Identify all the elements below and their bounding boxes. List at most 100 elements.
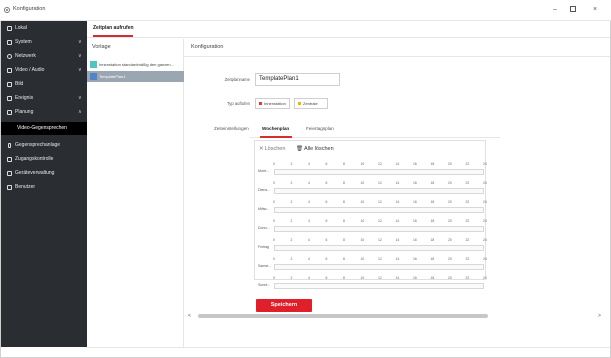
hour-tick-label: 22 [465, 238, 470, 242]
day-time-bar[interactable] [274, 245, 484, 251]
schedule-day-row[interactable]: Mittw... 0 2 4 6 8 10 12 14 16 18 20 22 24 [258, 198, 487, 217]
tab-zeiteinstellungen[interactable]: Zeiteinstellungen [214, 126, 249, 131]
sidebar-item-label: Bild [15, 81, 24, 87]
hour-tick-label: 8 [343, 219, 345, 223]
app-gear-icon [4, 7, 10, 13]
hour-tick-label: 2 [290, 238, 293, 242]
calendar-icon [7, 110, 12, 115]
day-label: Sonnt... [258, 283, 271, 287]
scroll-right-icon[interactable]: > [598, 313, 601, 319]
hour-tick-label: 4 [308, 238, 310, 242]
sidebar-item-planung[interactable]: Planung ∧ [1, 107, 87, 118]
schedule-name-input[interactable]: TemplatePlan1 [255, 73, 340, 86]
tab-bar: Zeitplan aufrufen [87, 21, 610, 38]
clear-all-label: Alle löschen [303, 146, 334, 152]
day-label: Donn... [258, 226, 270, 230]
system-icon [7, 40, 12, 45]
save-button[interactable]: Speichern [256, 299, 312, 312]
sidebar-item-gegensprechanlage[interactable]: Gegensprechanlage [1, 140, 87, 151]
delete-label: Löschen [264, 146, 286, 152]
horizontal-scrollbar[interactable]: < > [188, 313, 606, 319]
image-icon [7, 82, 12, 87]
hour-tick-label: 22 [465, 181, 470, 185]
hour-tick-label: 6 [325, 257, 328, 261]
hour-tick-label: 22 [465, 200, 470, 204]
schedule-day-row[interactable]: Freitag 0 2 4 6 8 10 12 14 16 18 20 22 24 [258, 236, 487, 255]
sidebar-item-netzwerk[interactable]: Netzwerk ∨ [1, 51, 87, 62]
sidebar-item-label: Geräteverwaltung [15, 170, 55, 176]
type-zentrale-button[interactable]: Zentrale [294, 98, 328, 109]
day-time-bar[interactable] [274, 188, 484, 194]
sidebar-item-geraeteverwaltung[interactable]: Geräteverwaltung [1, 168, 87, 179]
day-time-bar[interactable] [274, 207, 484, 213]
day-time-bar[interactable] [274, 283, 484, 289]
divider [87, 347, 610, 348]
video-icon [7, 68, 12, 73]
hour-tick-label: 20 [448, 257, 452, 261]
day-label: Mittw... [258, 207, 270, 211]
tab-feiertagsplan[interactable]: Feiertagsplan [306, 126, 334, 131]
hour-tick-label: 12 [378, 162, 382, 166]
sidebar-item-ereignis[interactable]: Ereignis ∨ [1, 93, 87, 104]
hour-tick-label: 2 [290, 200, 293, 204]
hour-tick-label: 20 [448, 276, 452, 280]
scrollbar-thumb[interactable] [198, 314, 488, 318]
schedule-day-row[interactable]: Mont... 0 2 4 6 8 10 12 14 16 18 20 22 24 [258, 160, 487, 179]
schedule-day-row[interactable]: Donn... 0 2 4 6 8 10 12 14 16 18 20 22 24 [258, 217, 487, 236]
sidebar-item-video-gegensprechen[interactable]: Video-Gegensprechen [1, 122, 87, 135]
hour-tick-label: 16 [413, 257, 417, 261]
sidebar-item-zugangskontrolle[interactable]: Zugangskontrolle [1, 154, 87, 165]
hour-tick-label: 14 [395, 162, 400, 166]
hour-tick-label: 24 [483, 181, 487, 185]
trash-icon: 🗑 [296, 146, 303, 152]
minimize-button[interactable]: – [548, 4, 562, 16]
day-time-bar[interactable] [274, 264, 484, 270]
clear-all-button[interactable]: 🗑Alle löschen [296, 146, 334, 152]
chevron-down-icon: ∨ [78, 67, 82, 73]
hour-tick-label: 0 [273, 257, 275, 261]
sidebar-item-video-audio[interactable]: Video / Audio ∨ [1, 65, 87, 76]
sidebar-item-benutzer[interactable]: Benutzer [1, 182, 87, 193]
sidebar-item-label: System [15, 39, 32, 45]
delete-button[interactable]: ✕Löschen [259, 146, 285, 152]
hour-tick-label: 8 [343, 257, 345, 261]
type-label: Typ auftufen [226, 101, 250, 106]
tab-zeitplan-aufrufen[interactable]: Zeitplan aufrufen [93, 25, 134, 31]
schedule-day-row[interactable]: Samst... 0 2 4 6 8 10 12 14 16 18 20 22 24 [258, 255, 487, 274]
hour-tick-label: 18 [430, 200, 435, 204]
tab-wochenplan[interactable]: Wochenplan [262, 126, 289, 131]
template-panel-title: Vorlage [92, 44, 111, 50]
sidebar-item-bild[interactable]: Bild [1, 79, 87, 90]
sidebar-item-lokal[interactable]: Lokal [1, 23, 87, 34]
hour-tick-label: 4 [308, 219, 310, 223]
close-button[interactable]: × [588, 4, 602, 16]
hour-tick-label: 24 [483, 276, 487, 280]
day-time-bar[interactable] [274, 226, 484, 232]
template-item-selected[interactable]: TemplatePlan1 [87, 71, 184, 82]
sidebar-item-label: Zugangskontrolle [15, 156, 54, 162]
hour-tick-label: 6 [325, 162, 328, 166]
sidebar-item-label: Video-Gegensprechen [17, 125, 67, 131]
type-innenstation-button[interactable]: Innenstation [255, 98, 290, 109]
sidebar-item-system[interactable]: System ∨ [1, 37, 87, 48]
template-color-swatch [90, 73, 97, 80]
type-zentrale-label: Zentrale [303, 101, 318, 106]
window-title: Konfiguration [13, 6, 46, 12]
divider [184, 56, 610, 57]
day-label: Freitag [258, 245, 270, 249]
template-item[interactable]: Innenstation standardmäßig den ganzen... [87, 59, 184, 70]
hour-tick-label: 2 [290, 257, 293, 261]
sidebar-item-label: Ereignis [15, 95, 34, 101]
maximize-button[interactable] [566, 4, 580, 16]
hour-tick-label: 0 [273, 181, 275, 185]
chevron-down-icon: ∨ [78, 39, 82, 45]
day-label: Diens... [258, 188, 271, 192]
hour-tick-label: 16 [413, 238, 417, 242]
schedule-day-row[interactable]: Diens... 0 2 4 6 8 10 12 14 16 18 20 22 24 [258, 179, 487, 198]
hour-tick-label: 20 [448, 238, 452, 242]
hour-tick-label: 10 [360, 162, 365, 166]
hour-tick-label: 8 [343, 238, 345, 242]
schedule-day-row[interactable]: Sonnt... 0 2 4 6 8 10 12 14 16 18 20 22 24 [258, 274, 487, 293]
day-time-bar[interactable] [274, 169, 484, 175]
scroll-left-icon[interactable]: < [188, 313, 191, 319]
